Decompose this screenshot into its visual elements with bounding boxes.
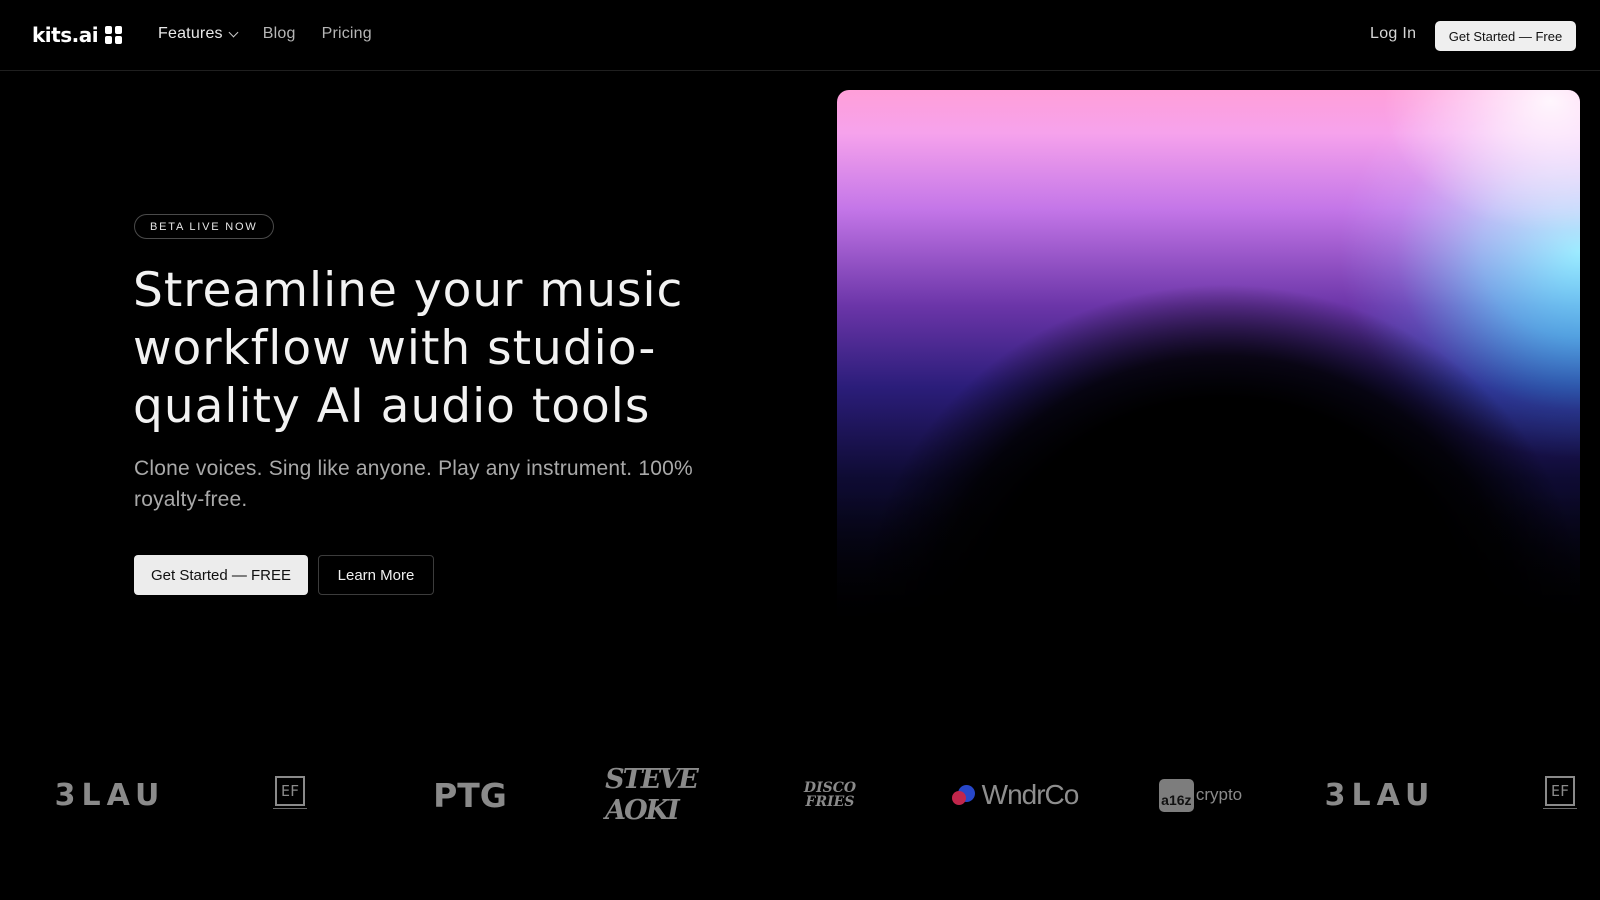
ef-logo-icon: EF	[273, 776, 307, 814]
logo-ef: EF	[270, 770, 310, 820]
hero-gradient-artwork	[837, 90, 1580, 630]
logo-steve-aoki: STEVE AOKI	[605, 764, 699, 826]
learn-more-button[interactable]: Learn More	[318, 555, 434, 595]
login-link[interactable]: Log In	[1370, 25, 1416, 43]
logo-a16z-crypto: a16z crypto	[1158, 770, 1243, 820]
logo-3lau: 3LAU	[1324, 777, 1436, 813]
nav-item-label: Features	[158, 25, 223, 42]
get-started-nav-button[interactable]: Get Started — Free	[1435, 21, 1576, 51]
nav-item-blog[interactable]: Blog	[263, 25, 296, 43]
nav-item-label: Blog	[262, 25, 296, 42]
hero-headline: Streamline your music workflow with stud…	[133, 263, 684, 434]
wndrco-mark-icon	[951, 783, 976, 807]
logo-wndrco: WndrCo	[945, 770, 1085, 820]
site-logo[interactable]: kits.ai	[32, 23, 123, 47]
partner-logo-strip: 3LAU EF PTG STEVE AOKI DISCO FRIES WndrC…	[0, 764, 1600, 826]
hero-subheadline: Clone voices. Sing like anyone. Play any…	[134, 457, 693, 511]
get-started-button[interactable]: Get Started — FREE	[134, 555, 308, 595]
nav-item-label: Pricing	[321, 25, 372, 42]
logo-wordmark: kits.ai	[32, 23, 99, 47]
beta-badge: BETA LIVE NOW	[134, 214, 274, 239]
chevron-down-icon	[228, 27, 239, 37]
nav-item-features[interactable]: Features	[158, 25, 239, 43]
nav-item-pricing[interactable]: Pricing	[322, 25, 372, 43]
ef-logo-icon: EF	[1543, 776, 1577, 814]
top-navigation: kits.ai Features Blog Pricing Log In Get…	[0, 0, 1600, 71]
nav-links: Features Blog Pricing	[158, 25, 372, 43]
logo-ptg: PTG	[433, 775, 507, 815]
logo-3lau: 3LAU	[54, 777, 166, 813]
logo-disco-fries: DISCO FRIES	[803, 780, 857, 810]
a16z-mark: a16z	[1158, 778, 1194, 812]
logo-ef: EF	[1540, 770, 1580, 820]
logo-mark-icon	[105, 26, 123, 44]
